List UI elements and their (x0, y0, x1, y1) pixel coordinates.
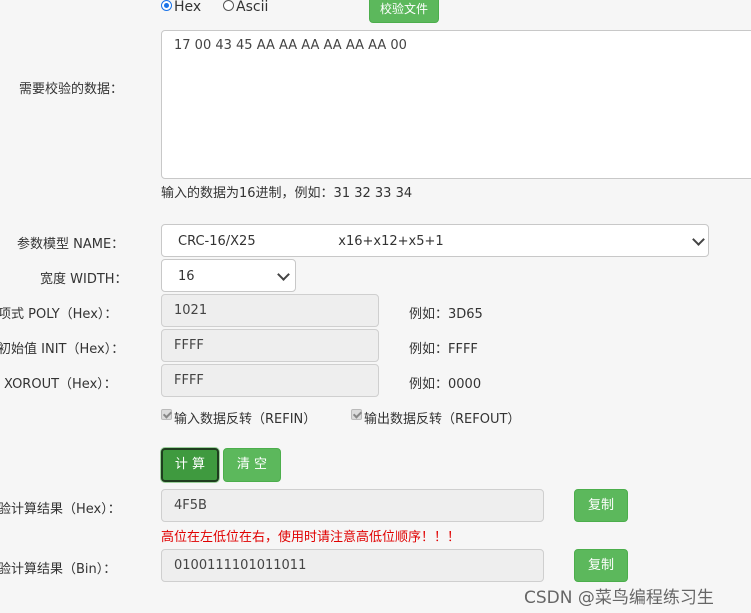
poly-label: 项式 POLY（Hex）： (0, 307, 118, 322)
ascii-radio-label[interactable]: Ascii (236, 0, 268, 15)
data-input-textarea[interactable]: 17 00 43 45 AA AA AA AA AA AA 00 (161, 30, 751, 179)
verify-file-button[interactable]: 校验文件 (369, 0, 439, 23)
data-input-hint: 输入的数据为16进制，例如：31 32 33 34 (161, 186, 413, 201)
result-bin-label: 验计算结果（Bin）： (0, 562, 117, 577)
refin-checkbox[interactable] (161, 409, 172, 420)
hex-radio[interactable] (161, 0, 172, 11)
width-label: 宽度 WIDTH： (40, 272, 128, 287)
poly-example: 例如：3D65 (409, 307, 483, 322)
model-select-value: CRC-16/X25 x16+x12+x5+1 (178, 234, 444, 249)
model-label: 参数模型 NAME： (17, 237, 125, 252)
refout-label: 输出数据反转（REFOUT） (364, 412, 521, 427)
xorout-field[interactable]: FFFF (161, 364, 379, 397)
copy-bin-button[interactable]: 复制 (574, 549, 628, 582)
ascii-radio[interactable] (223, 0, 234, 11)
result-bin-field[interactable]: 0100111101011011 (161, 549, 544, 582)
chevron-down-icon (277, 268, 290, 281)
data-input-label: 需要校验的数据： (19, 82, 124, 97)
xorout-label: XOROUT（Hex）： (4, 377, 117, 392)
xorout-example: 例如：0000 (409, 377, 482, 392)
init-label: 初始值 INIT（Hex）： (0, 342, 125, 357)
result-hex-label: 验计算结果（Hex）： (0, 502, 121, 517)
poly-field[interactable]: 1021 (161, 294, 379, 327)
width-select[interactable]: 16 (161, 259, 296, 292)
clear-button[interactable]: 清 空 (223, 448, 281, 482)
csdn-watermark: CSDN @菜鸟编程练习生 (524, 588, 714, 608)
copy-hex-button[interactable]: 复制 (574, 489, 628, 522)
init-field[interactable]: FFFF (161, 329, 379, 362)
chevron-down-icon (692, 233, 705, 246)
init-example: 例如：FFFF (409, 342, 478, 357)
calculate-button[interactable]: 计 算 (161, 448, 219, 482)
result-hex-field[interactable]: 4F5B (161, 489, 544, 522)
width-select-value: 16 (178, 269, 195, 284)
model-select[interactable]: CRC-16/X25 x16+x12+x5+1 (161, 224, 709, 257)
hex-radio-label[interactable]: Hex (174, 0, 201, 15)
refin-label: 输入数据反转（REFIN） (174, 412, 317, 427)
refout-checkbox[interactable] (351, 409, 362, 420)
result-warning: 高位在左低位在右，使用时请注意高低位顺序！！！ (161, 530, 461, 545)
